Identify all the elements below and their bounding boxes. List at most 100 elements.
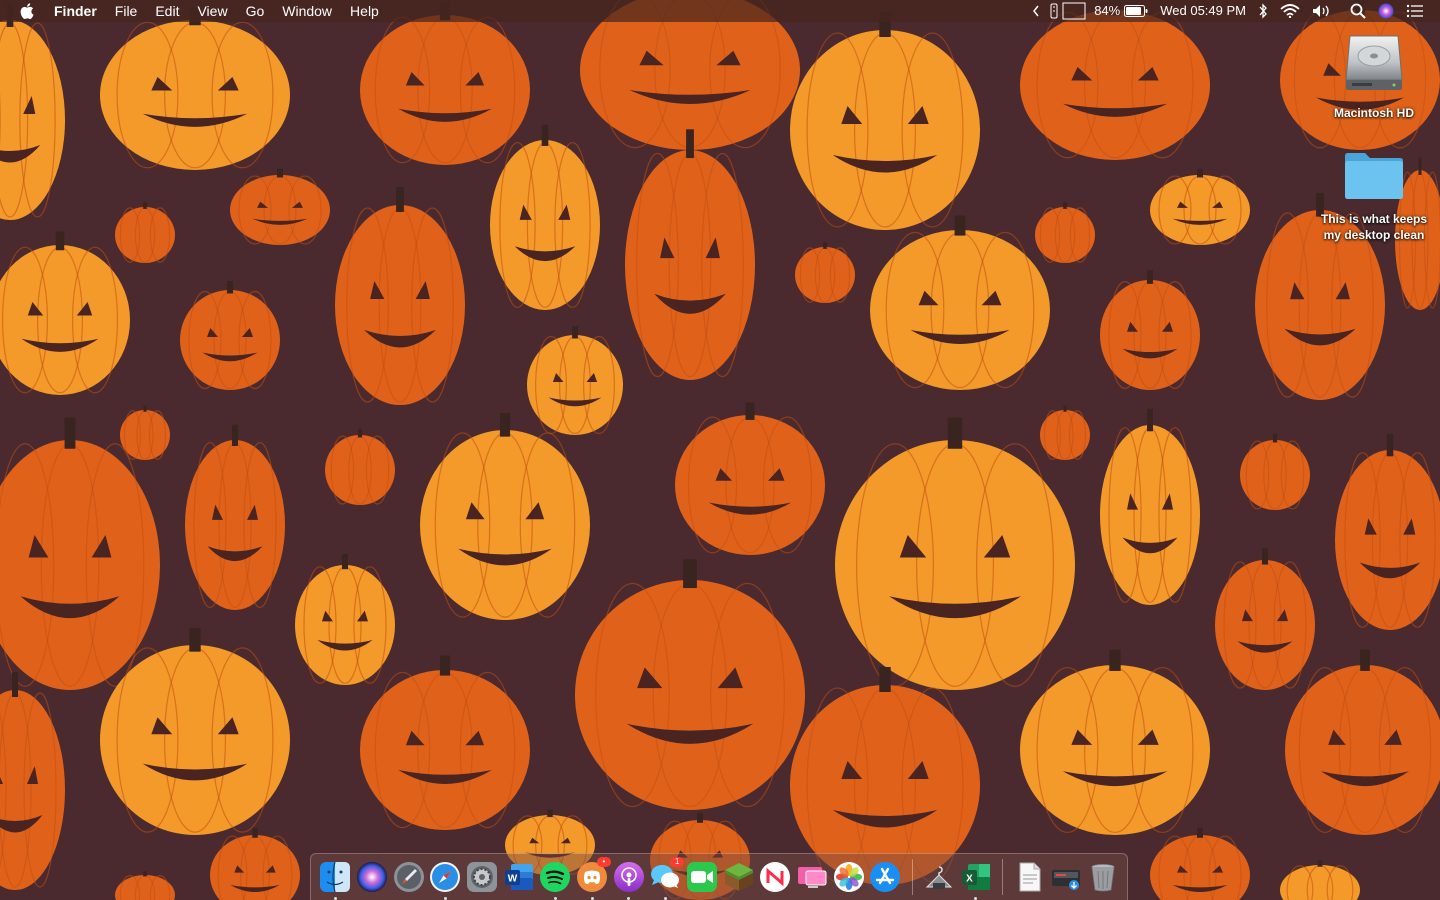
dock-podcasts[interactable] <box>612 860 646 900</box>
apple-logo-icon[interactable] <box>18 2 36 20</box>
dock-system-preferences[interactable] <box>465 860 499 894</box>
dock-sidecar[interactable] <box>795 860 829 894</box>
hard-drive-icon <box>1344 30 1404 101</box>
siri-icon[interactable] <box>1378 3 1394 19</box>
pumpkin <box>1240 433 1310 510</box>
app-store-icon <box>870 862 901 892</box>
volume-icon[interactable] <box>1312 4 1332 18</box>
pumpkin <box>360 655 530 830</box>
dock-word[interactable]: W <box>502 860 536 894</box>
desktop-wallpaper <box>0 0 1440 900</box>
list-icon[interactable] <box>1406 4 1424 18</box>
dock-discord[interactable]: • <box>575 857 611 900</box>
dock-messages[interactable]: 1 <box>649 857 685 900</box>
menu-help[interactable]: Help <box>350 0 379 22</box>
pumpkin <box>325 428 395 505</box>
wifi-icon[interactable] <box>1280 4 1300 18</box>
dock-spotify[interactable] <box>539 860 573 900</box>
safari-icon <box>430 862 461 892</box>
menu-go[interactable]: Go <box>246 0 265 22</box>
downloads-stack-icon <box>1052 870 1081 890</box>
pumpkin <box>1280 860 1360 900</box>
document-icon <box>1019 862 1041 892</box>
pumpkin <box>795 241 855 303</box>
pumpkin <box>527 326 623 435</box>
dock-finder[interactable] <box>319 860 353 900</box>
pumpkin <box>1100 270 1200 390</box>
photos-icon <box>833 862 864 892</box>
pumpkin <box>0 231 130 395</box>
pumpkin <box>115 201 175 263</box>
podcasts-icon <box>613 862 644 892</box>
pumpkin <box>230 168 330 245</box>
dock-app-store[interactable] <box>869 860 903 894</box>
pumpkin <box>0 672 65 890</box>
excel-icon: X <box>961 864 990 890</box>
desktop-icon-label: Macintosh HD <box>1333 106 1414 120</box>
clipboard-icon[interactable] <box>1050 3 1058 19</box>
dock-trash[interactable] <box>1086 860 1120 894</box>
pumpkin-pattern <box>0 0 1440 900</box>
pumpkin <box>360 1 530 165</box>
battery-percent[interactable]: 84% <box>1094 0 1120 22</box>
dock-document[interactable] <box>1013 860 1047 894</box>
box-icon[interactable] <box>1062 2 1086 20</box>
pumpkin <box>575 559 805 810</box>
word-icon: W <box>504 864 533 890</box>
dock-separator <box>911 859 913 895</box>
hanger-icon <box>925 866 953 889</box>
menu-view[interactable]: View <box>197 0 227 22</box>
pumpkin <box>0 417 160 690</box>
dock-facetime[interactable] <box>685 860 719 894</box>
dock-hanger-app[interactable] <box>922 860 956 894</box>
pumpkin <box>870 215 1050 390</box>
chevron-left-icon[interactable] <box>1032 5 1040 17</box>
pumpkin <box>1020 0 1210 160</box>
menu-file[interactable]: File <box>115 0 138 22</box>
menu-finder[interactable]: Finder <box>54 0 97 22</box>
excel-letter: X <box>966 874 973 885</box>
desktop-icon-folder[interactable]: This is what keeps my desktop clean <box>1309 150 1439 243</box>
pumpkin <box>1335 433 1440 630</box>
battery-icon[interactable] <box>1124 5 1148 17</box>
display-icon <box>798 867 827 888</box>
pumpkin <box>1215 548 1315 690</box>
launchpad-icon <box>393 862 424 892</box>
dock-excel[interactable]: X <box>959 860 993 900</box>
pumpkin <box>120 405 170 460</box>
pumpkin <box>490 124 600 310</box>
system-preferences-icon <box>467 862 498 892</box>
menu-window[interactable]: Window <box>282 0 332 22</box>
pumpkin <box>625 129 755 380</box>
dock-minecraft[interactable] <box>722 860 756 894</box>
clock[interactable]: Wed 05:49 PM <box>1160 0 1246 22</box>
pumpkin <box>335 187 465 405</box>
pumpkin <box>1150 827 1250 900</box>
notification-badge: 1 <box>670 857 685 867</box>
word-letter: W <box>507 874 517 885</box>
search-icon[interactable] <box>1350 3 1366 19</box>
notification-badge: • <box>596 857 611 867</box>
pumpkin <box>180 281 280 390</box>
dock: W • 1 X <box>310 853 1128 900</box>
dock-separator <box>1002 859 1004 895</box>
menu-edit[interactable]: Edit <box>155 0 179 22</box>
dock-safari[interactable] <box>429 860 463 900</box>
dock-downloads[interactable] <box>1049 860 1083 894</box>
bluetooth-icon[interactable] <box>1258 3 1268 19</box>
spotify-icon <box>540 862 571 892</box>
minecraft-icon <box>724 863 753 891</box>
pumpkin <box>100 6 290 170</box>
desktop-icon-label: This is what keeps my desktop clean <box>1320 212 1428 242</box>
menu-bar: Finder File Edit View Go Window Help 84%… <box>0 0 1440 22</box>
trash-icon <box>1091 864 1115 892</box>
news-icon <box>760 862 791 892</box>
dock-siri[interactable] <box>355 860 389 894</box>
pumpkin <box>1020 649 1210 835</box>
pumpkin <box>1100 408 1200 605</box>
desktop-icon-macintosh-hd[interactable]: Macintosh HD <box>1309 30 1439 121</box>
dock-launchpad[interactable] <box>392 860 426 894</box>
pumpkin <box>1150 168 1250 245</box>
dock-news[interactable] <box>759 860 793 894</box>
dock-photos[interactable] <box>832 860 866 894</box>
